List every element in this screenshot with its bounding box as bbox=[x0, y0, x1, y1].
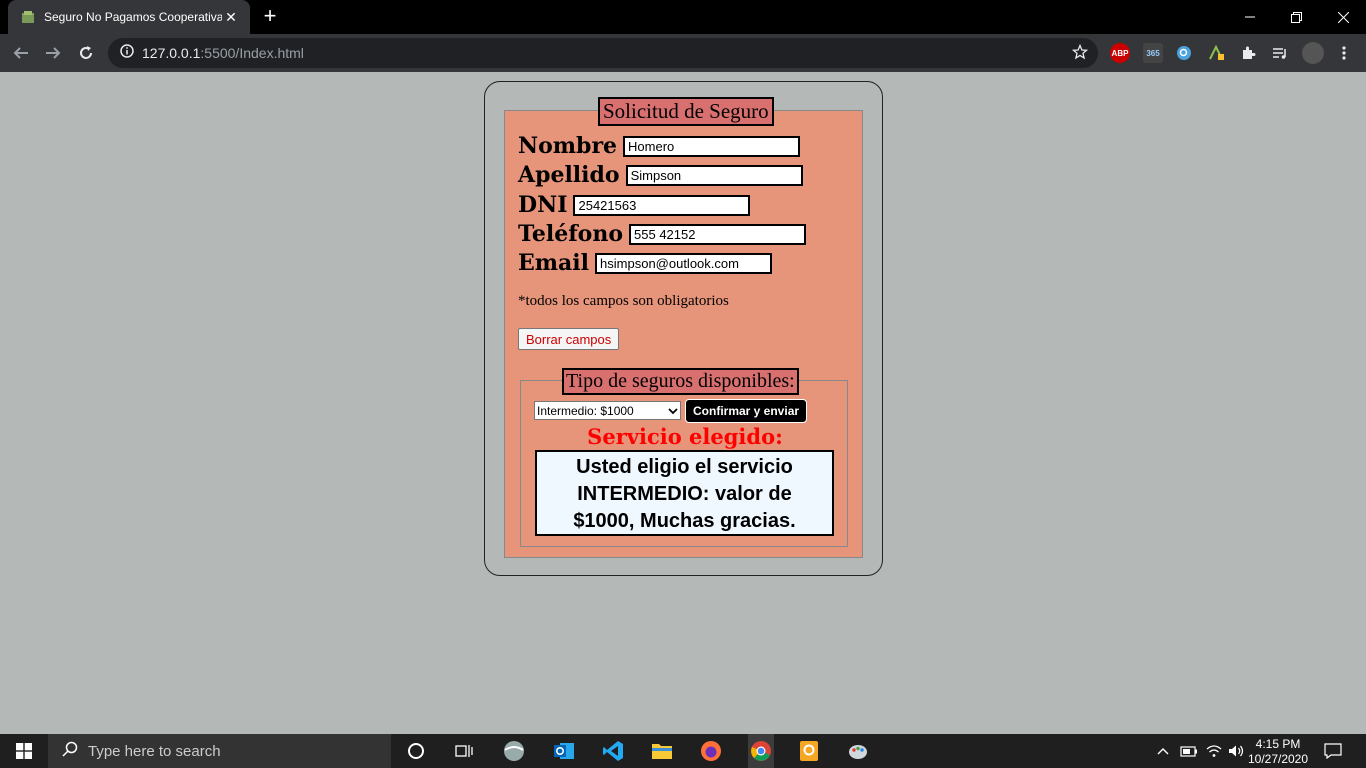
reload-icon[interactable] bbox=[73, 40, 99, 66]
browser-toolbar: 127.0.0.1:5500/Index.html ABP 365 bbox=[0, 34, 1366, 72]
plan-select[interactable]: Intermedio: $1000 bbox=[534, 401, 681, 420]
extensions-puzzle-icon[interactable] bbox=[1238, 43, 1258, 63]
url-path: :5500/Index.html bbox=[200, 45, 304, 61]
tipo-seguros-legend: Tipo de seguros disponibles: bbox=[562, 368, 799, 395]
back-arrow-icon[interactable] bbox=[8, 40, 34, 66]
telefono-label: Teléfono bbox=[518, 221, 624, 247]
nombre-label: Nombre bbox=[518, 133, 618, 159]
translate-extension-icon[interactable] bbox=[1206, 43, 1226, 63]
field-row-apellido: Apellido bbox=[518, 162, 803, 188]
windows-taskbar: Type here to search 4:15 PM 10/27/2020 bbox=[0, 734, 1366, 768]
address-bar[interactable]: 127.0.0.1:5500/Index.html bbox=[108, 38, 1098, 68]
adblock-extension-icon[interactable]: ABP bbox=[1110, 43, 1130, 63]
dni-input[interactable] bbox=[573, 194, 751, 216]
tipo-seguros-fieldset: Tipo de seguros disponibles: Intermedio:… bbox=[520, 368, 848, 547]
browser-titlebar: Seguro No Pagamos Cooperativa ✕ + bbox=[0, 0, 1366, 34]
browser-tab[interactable]: Seguro No Pagamos Cooperativa ✕ bbox=[8, 0, 250, 34]
tab-close-icon[interactable]: ✕ bbox=[222, 9, 240, 26]
field-row-email: Email bbox=[518, 250, 773, 276]
field-row-telefono: Teléfono bbox=[518, 221, 807, 247]
site-info-icon[interactable] bbox=[120, 43, 134, 63]
service-result-box: Usted eligio el servicio INTERMEDIO: val… bbox=[535, 450, 834, 536]
field-row-nombre: Nombre bbox=[518, 133, 801, 159]
pdf-app-icon[interactable] bbox=[797, 739, 821, 763]
apellido-input[interactable] bbox=[625, 164, 803, 186]
servicio-elegido-title: Servicio elegido: bbox=[587, 424, 783, 449]
battery-icon[interactable] bbox=[1180, 734, 1198, 768]
task-view-icon[interactable] bbox=[452, 739, 476, 763]
windows-start-icon[interactable] bbox=[0, 734, 48, 768]
tab-title: Seguro No Pagamos Cooperativa bbox=[44, 10, 222, 24]
new-tab-icon[interactable]: + bbox=[258, 5, 282, 29]
telefono-input[interactable] bbox=[629, 223, 807, 245]
apellido-label: Apellido bbox=[518, 162, 620, 188]
vscode-icon[interactable] bbox=[601, 739, 625, 763]
taskbar-clock[interactable]: 4:15 PM 10/27/2020 bbox=[1244, 737, 1312, 767]
file-explorer-icon[interactable] bbox=[650, 739, 674, 763]
minimize-icon[interactable] bbox=[1227, 0, 1273, 34]
clock-time: 4:15 PM bbox=[1255, 737, 1301, 751]
url-host: 127.0.0.1 bbox=[142, 45, 201, 61]
field-row-dni: DNI bbox=[518, 192, 751, 218]
required-fields-note: *todos los campos son obligatorios bbox=[518, 293, 729, 309]
chrome-taskbar-icon[interactable] bbox=[748, 734, 774, 768]
restore-icon[interactable] bbox=[1273, 0, 1319, 34]
email-input[interactable] bbox=[595, 252, 773, 274]
result-line: INTERMEDIO: valor de bbox=[577, 483, 792, 505]
paint-app-icon[interactable] bbox=[846, 739, 870, 763]
plan-select-value: Intermedio: $1000 bbox=[537, 403, 634, 418]
chevron-down-icon bbox=[668, 404, 678, 418]
search-placeholder: Type here to search bbox=[88, 742, 221, 760]
chrome-menu-icon[interactable] bbox=[1334, 43, 1354, 63]
search-extension-icon[interactable] bbox=[1174, 43, 1194, 63]
form-container: Solicitud de Seguro Nombre Apellido DNI … bbox=[484, 81, 883, 576]
forward-arrow-icon[interactable] bbox=[40, 40, 66, 66]
result-line: Usted eligio el servicio bbox=[576, 456, 793, 478]
firefox-icon[interactable] bbox=[699, 739, 723, 763]
app-icon-gray[interactable] bbox=[502, 739, 526, 763]
clock-date: 10/27/2020 bbox=[1247, 752, 1309, 766]
search-icon bbox=[62, 741, 78, 762]
page-favicon-icon bbox=[20, 9, 36, 25]
volume-icon[interactable] bbox=[1228, 734, 1244, 768]
notification-center-icon[interactable] bbox=[1324, 734, 1342, 768]
outlook-icon[interactable] bbox=[552, 739, 576, 763]
nombre-input[interactable] bbox=[623, 135, 801, 157]
dni-label: DNI bbox=[518, 192, 568, 218]
profile-avatar[interactable] bbox=[1302, 42, 1324, 64]
taskbar-search-box[interactable]: Type here to search bbox=[48, 734, 391, 768]
cortana-icon[interactable] bbox=[404, 739, 428, 763]
result-line: $1000, Muchas gracias. bbox=[573, 510, 796, 532]
confirm-send-button[interactable]: Confirmar y enviar bbox=[685, 399, 808, 423]
email-label: Email bbox=[518, 250, 590, 276]
show-hidden-icons-chevron-icon[interactable] bbox=[1157, 734, 1169, 768]
bookmark-star-icon[interactable] bbox=[1071, 43, 1089, 65]
media-control-icon[interactable] bbox=[1270, 43, 1290, 63]
office-365-extension-icon[interactable]: 365 bbox=[1143, 43, 1163, 63]
solicitud-legend: Solicitud de Seguro bbox=[598, 97, 774, 126]
clear-fields-button[interactable]: Borrar campos bbox=[518, 328, 620, 350]
solicitud-fieldset: Solicitud de Seguro Nombre Apellido DNI … bbox=[504, 97, 863, 558]
close-window-icon[interactable] bbox=[1320, 0, 1366, 34]
wifi-icon[interactable] bbox=[1206, 734, 1222, 768]
